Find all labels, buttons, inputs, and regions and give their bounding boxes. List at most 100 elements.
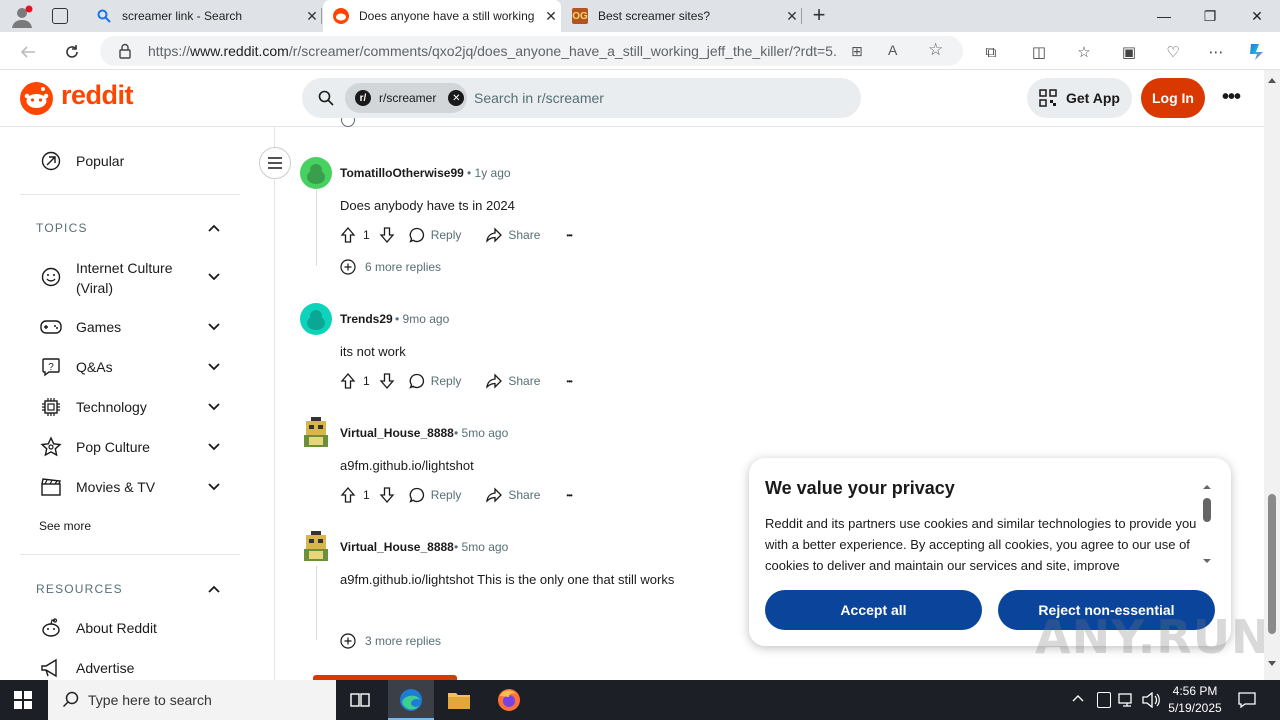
tab-best-screamer[interactable]: OG Best screamer sites? ✕ xyxy=(562,0,802,32)
taskbar-search-box[interactable]: Type here to search xyxy=(48,680,336,720)
more-menu-icon[interactable]: ⋯ xyxy=(1205,41,1227,63)
search-bar[interactable]: r/ r/screamer ✕ Search in r/screamer xyxy=(302,78,861,118)
system-clock[interactable]: 4:56 PM 5/19/2025 xyxy=(1160,683,1230,717)
avatar[interactable] xyxy=(300,417,332,449)
read-aloud-icon[interactable]: A xyxy=(888,42,897,58)
scroll-thumb[interactable] xyxy=(1203,498,1211,522)
comment-author[interactable]: Trends29 xyxy=(340,312,393,326)
close-tab-icon[interactable]: ✕ xyxy=(302,8,322,25)
windows-start-icon[interactable] xyxy=(14,691,32,709)
reply-button[interactable]: Reply xyxy=(409,227,461,243)
dialog-scrollbar[interactable] xyxy=(1201,480,1213,566)
sidebar-item-qas[interactable]: ? Q&As xyxy=(40,356,113,378)
more-replies-link[interactable]: 6 more replies xyxy=(340,259,441,275)
downvote-icon[interactable] xyxy=(379,487,395,503)
avatar[interactable] xyxy=(300,303,332,335)
overflow-menu-icon[interactable]: ••• xyxy=(1222,86,1241,109)
tab-actions-icon[interactable] xyxy=(52,8,68,24)
close-tab-icon[interactable]: ✕ xyxy=(541,8,561,25)
close-window-button[interactable]: ✕ xyxy=(1234,0,1280,32)
see-more-link[interactable]: See more xyxy=(39,519,91,533)
sidebar-item-technology[interactable]: Technology xyxy=(40,396,147,418)
reply-button[interactable]: Reply xyxy=(409,487,461,503)
restore-button[interactable]: ❐ xyxy=(1187,0,1233,32)
reddit-logo-icon[interactable] xyxy=(20,82,53,115)
reply-button[interactable]: Reply xyxy=(409,373,461,389)
collections-icon[interactable]: ▣ xyxy=(1118,41,1140,63)
security-tray-icon[interactable] xyxy=(1097,692,1111,708)
firefox-icon[interactable] xyxy=(497,688,521,712)
resources-heading[interactable]: RESOURCES xyxy=(36,582,123,596)
app-available-icon[interactable]: ⊞ xyxy=(851,43,863,60)
tab-reddit-thread[interactable]: Does anyone have a still working ✕ xyxy=(323,0,561,32)
sidebar-item-movies-tv[interactable]: Movies & TV xyxy=(40,476,155,498)
login-button[interactable]: Log In xyxy=(1141,78,1205,118)
subreddit-filter-chip[interactable]: r/ r/screamer ✕ xyxy=(345,83,467,113)
chevron-up-icon[interactable] xyxy=(207,221,221,235)
sidebar-item-games[interactable]: Games xyxy=(40,316,121,338)
share-button[interactable]: Share xyxy=(486,373,540,389)
tab-search[interactable]: screamer link - Search ✕ xyxy=(86,0,322,32)
sidebar-item-advertise[interactable]: Advertise xyxy=(40,657,134,679)
back-icon[interactable] xyxy=(17,41,39,63)
share-button[interactable]: Share xyxy=(486,487,540,503)
chevron-down-icon[interactable] xyxy=(207,270,221,284)
chevron-down-icon[interactable] xyxy=(207,360,221,374)
upvote-icon[interactable] xyxy=(340,487,356,503)
more-options-icon[interactable]: ••• xyxy=(566,231,572,240)
sidebar-item-internet-culture[interactable]: Internet Culture (Viral) xyxy=(40,258,173,298)
close-tab-icon[interactable]: ✕ xyxy=(782,8,802,25)
task-view-icon[interactable] xyxy=(350,691,370,709)
chevron-down-icon[interactable] xyxy=(207,320,221,334)
more-options-icon[interactable]: ••• xyxy=(566,377,572,386)
extensions-icon[interactable]: ⧉ xyxy=(980,41,1002,63)
avatar[interactable] xyxy=(300,157,332,189)
upvote-icon[interactable] xyxy=(340,373,356,389)
refresh-icon[interactable] xyxy=(61,41,83,63)
network-icon[interactable] xyxy=(1118,692,1136,708)
chevron-down-icon[interactable] xyxy=(207,440,221,454)
sidebar-toggle-button[interactable] xyxy=(259,147,291,179)
scroll-up-icon[interactable] xyxy=(1264,74,1280,86)
notification-icon[interactable] xyxy=(1238,691,1256,709)
file-explorer-icon[interactable] xyxy=(447,690,471,710)
lock-icon[interactable] xyxy=(118,43,132,59)
comment-author[interactable]: Virtual_House_8888 xyxy=(340,426,454,440)
performance-icon[interactable]: ♡ xyxy=(1162,41,1184,63)
chevron-up-icon[interactable] xyxy=(1072,692,1084,706)
profile-icon[interactable] xyxy=(10,5,34,29)
volume-icon[interactable] xyxy=(1142,691,1160,709)
more-options-icon[interactable]: ••• xyxy=(566,491,572,500)
sidebar-item-about-reddit[interactable]: About Reddit xyxy=(40,617,157,639)
minimize-button[interactable]: — xyxy=(1141,0,1187,32)
sidebar-item-popular[interactable]: Popular xyxy=(40,150,124,172)
avatar[interactable] xyxy=(300,531,332,563)
address-bar[interactable]: https://www.reddit.com/r/screamer/commen… xyxy=(100,36,963,66)
topics-heading[interactable]: TOPICS xyxy=(36,221,88,235)
share-button[interactable]: Share xyxy=(486,227,540,243)
search-input[interactable]: Search in r/screamer xyxy=(474,90,604,106)
split-screen-icon[interactable]: ◫ xyxy=(1028,41,1050,63)
sidebar-item-pop-culture[interactable]: Pop Culture xyxy=(40,436,150,458)
upvote-icon[interactable] xyxy=(340,227,356,243)
page-scrollbar[interactable] xyxy=(1264,70,1280,680)
edge-taskbar-icon[interactable] xyxy=(388,680,434,720)
accept-all-button[interactable]: Accept all xyxy=(765,590,982,630)
downvote-icon[interactable] xyxy=(379,373,395,389)
get-app-button[interactable]: Get App xyxy=(1027,78,1132,118)
chevron-down-icon[interactable] xyxy=(207,480,221,494)
new-tab-button[interactable]: + xyxy=(808,4,830,26)
favorites-icon[interactable]: ☆ xyxy=(1073,41,1095,63)
comment-author[interactable]: TomatilloOtherwise99 xyxy=(340,166,464,180)
chevron-down-icon[interactable] xyxy=(207,400,221,414)
copilot-icon[interactable] xyxy=(1246,41,1268,63)
downvote-icon[interactable] xyxy=(379,227,395,243)
comment-author[interactable]: Virtual_House_8888 xyxy=(340,540,454,554)
chevron-up-icon[interactable] xyxy=(207,582,221,596)
favorite-star-icon[interactable]: ☆ xyxy=(928,40,943,60)
scroll-thumb[interactable] xyxy=(1268,494,1276,634)
scroll-down-icon[interactable] xyxy=(1264,658,1280,670)
clear-chip-icon[interactable]: ✕ xyxy=(448,90,465,106)
more-replies-link[interactable]: 3 more replies xyxy=(340,633,441,649)
reddit-wordmark[interactable]: reddit xyxy=(61,80,134,111)
